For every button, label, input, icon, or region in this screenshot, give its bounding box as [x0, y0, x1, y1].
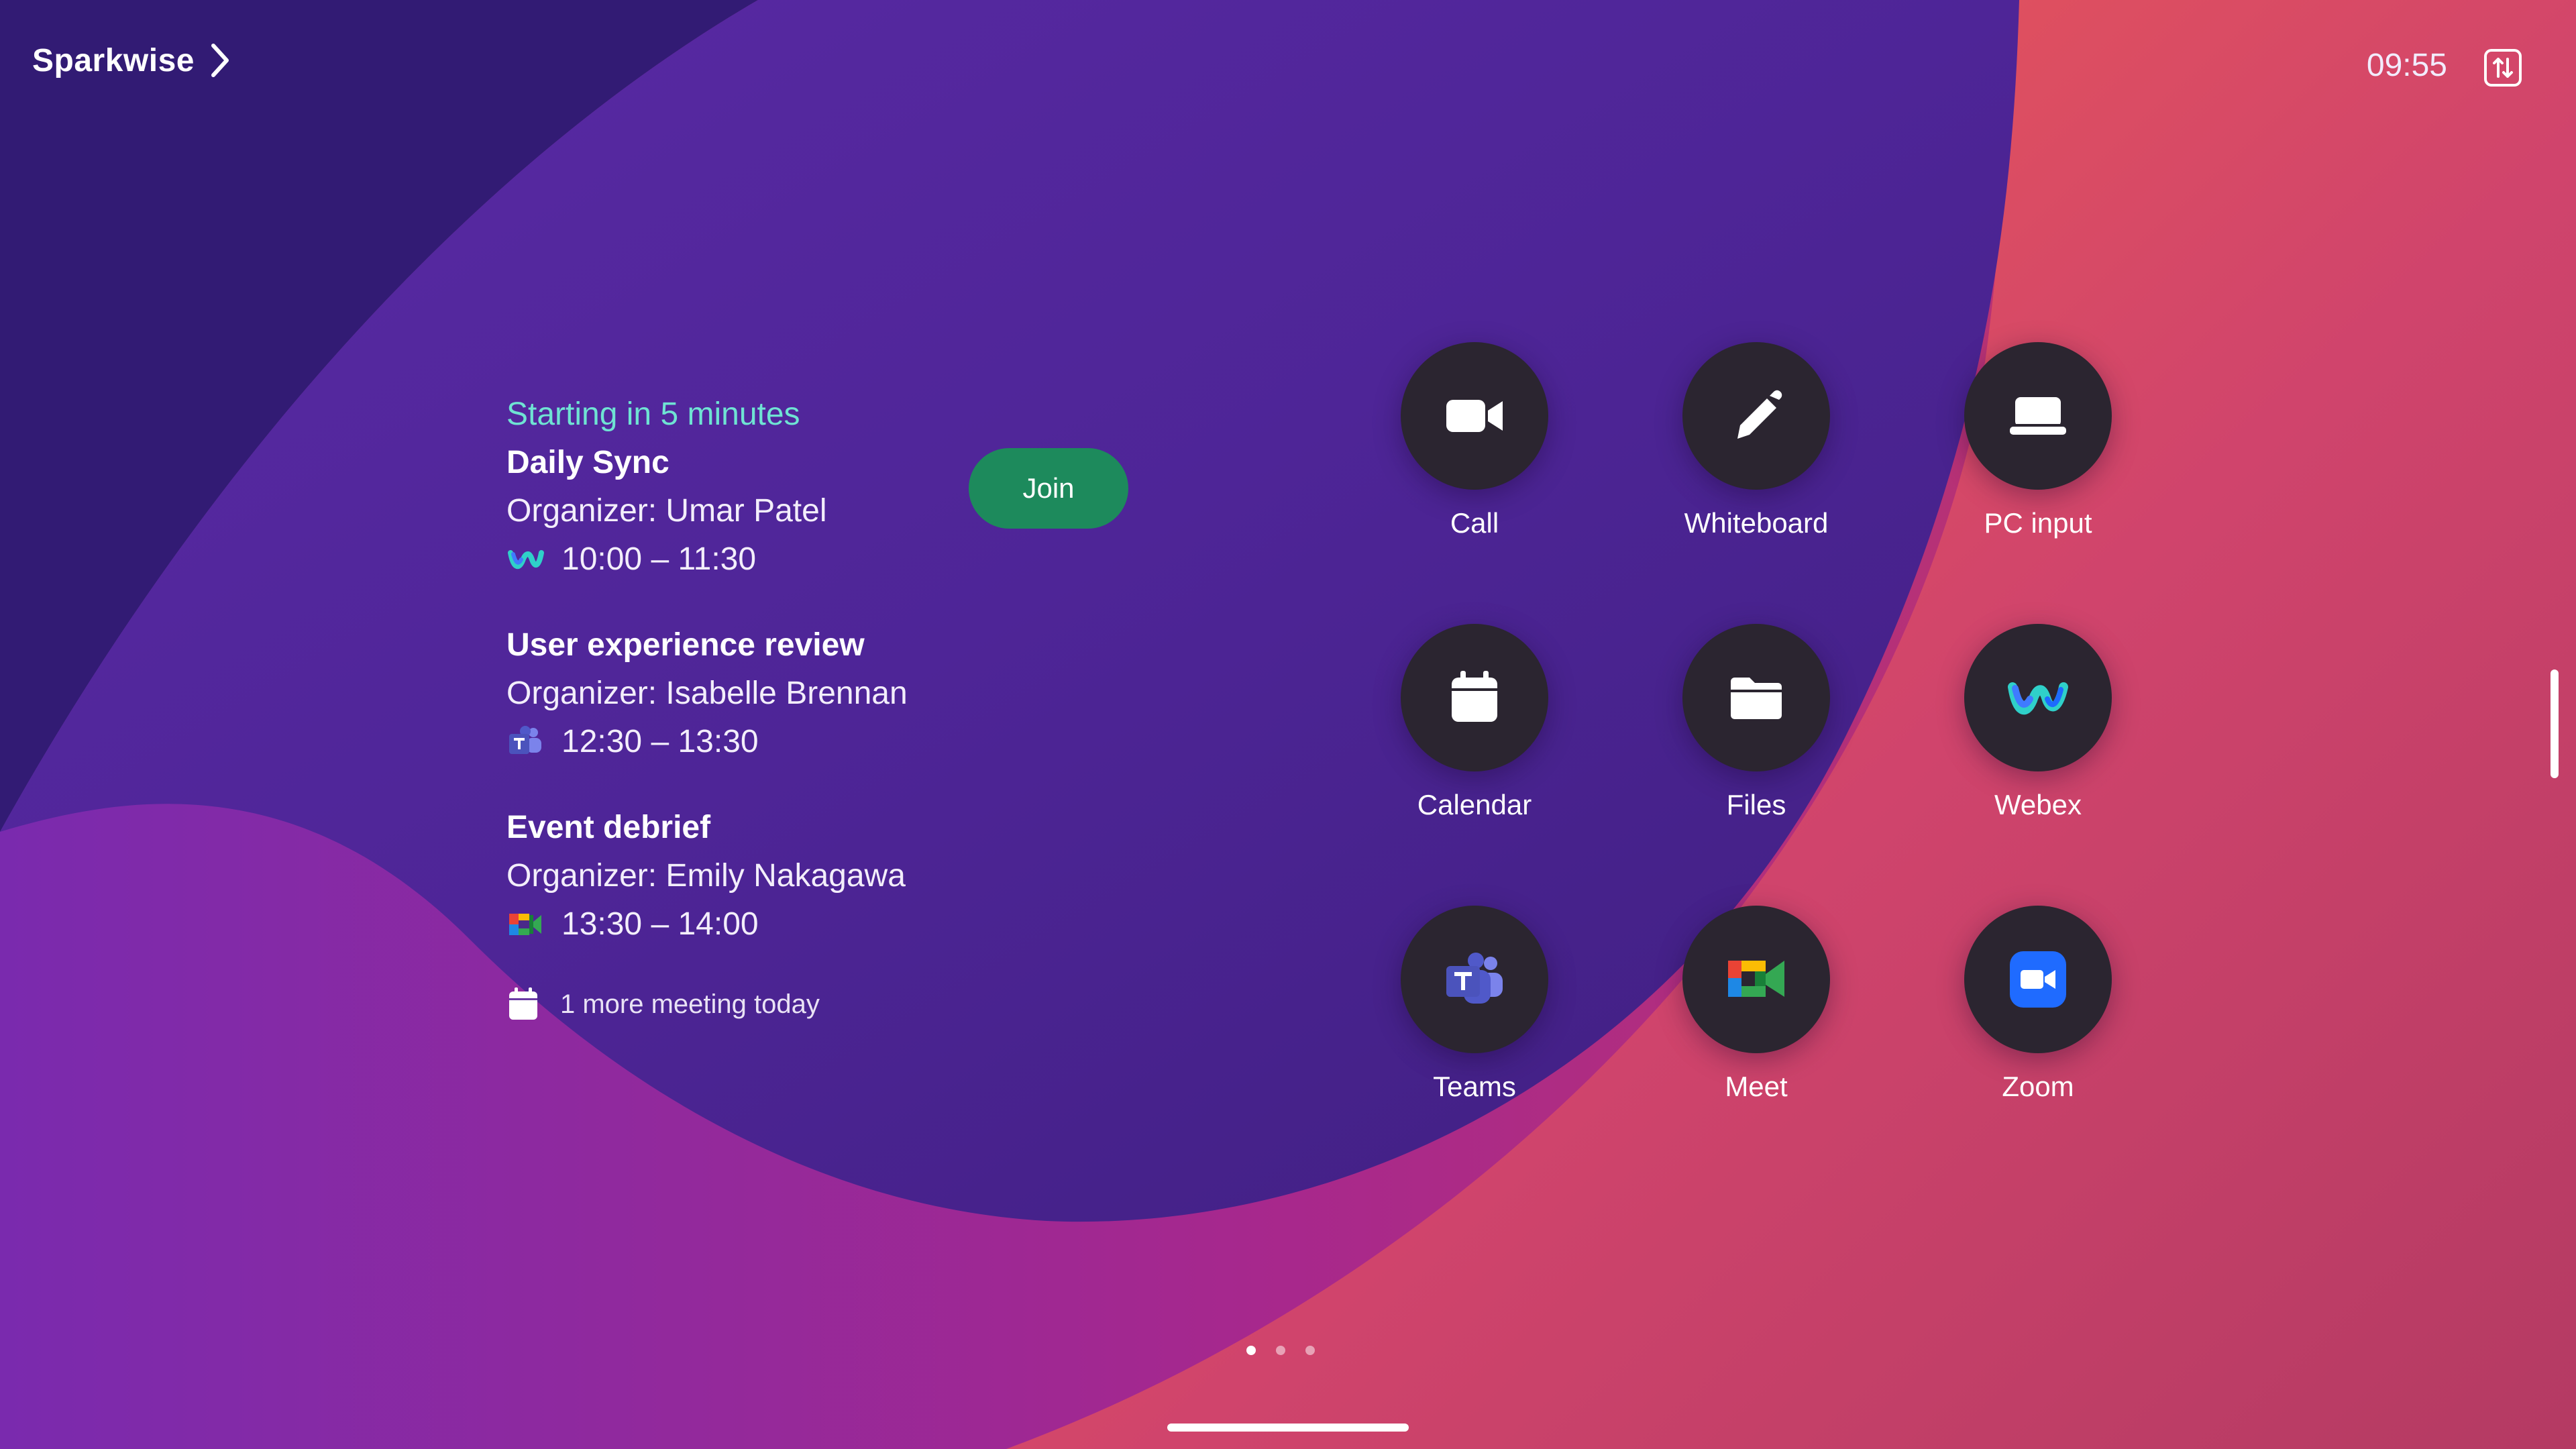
webex-icon	[2004, 664, 2072, 731]
app-tile[interactable]	[1682, 342, 1830, 490]
clock: 09:55	[2367, 47, 2447, 84]
laptop-icon	[2004, 382, 2072, 449]
pencil-icon	[1723, 382, 1790, 449]
more-meetings-link[interactable]: 1 more meeting today	[506, 986, 1177, 1022]
app-tile[interactable]	[1401, 624, 1548, 771]
meeting-time: 10:00 – 11:30	[561, 535, 756, 584]
app-pc-input[interactable]: PC input	[1917, 342, 2159, 539]
app-label: Whiteboard	[1635, 507, 1877, 539]
zoom-icon	[2004, 946, 2072, 1013]
app-label: Call	[1354, 507, 1595, 539]
meeting-item[interactable]: Event debrief Organizer: Emily Nakagawa …	[506, 804, 1177, 949]
app-call[interactable]: Call	[1354, 342, 1595, 539]
meeting-title: Event debrief	[506, 804, 1177, 852]
app-teams[interactable]: Teams	[1354, 906, 1595, 1103]
room-name-button[interactable]: Sparkwise	[32, 42, 233, 79]
app-zoom[interactable]: Zoom	[1917, 906, 2159, 1103]
app-label: Files	[1635, 789, 1877, 821]
meeting-time: 13:30 – 14:00	[561, 900, 759, 949]
room-name-label: Sparkwise	[32, 42, 195, 79]
meeting-time: 12:30 – 13:30	[561, 718, 759, 766]
webex-icon	[506, 541, 544, 578]
starting-soon-label: Starting in 5 minutes	[506, 390, 1177, 439]
page-dot-active[interactable]	[1246, 1346, 1256, 1355]
app-calendar[interactable]: Calendar	[1354, 624, 1595, 821]
app-label: Meet	[1635, 1071, 1877, 1103]
page-dot[interactable]	[1305, 1346, 1315, 1355]
calendar-icon	[506, 986, 540, 1022]
video-camera-icon	[1441, 382, 1508, 449]
app-tile[interactable]	[1401, 342, 1548, 490]
app-label: Teams	[1354, 1071, 1595, 1103]
app-webex[interactable]: Webex	[1917, 624, 2159, 821]
join-button[interactable]: Join	[969, 448, 1128, 529]
meeting-title: User experience review	[506, 621, 1177, 669]
app-tile[interactable]	[1964, 624, 2112, 771]
teams-icon	[506, 723, 544, 761]
teams-icon	[1441, 946, 1508, 1013]
app-tile[interactable]	[1964, 342, 2112, 490]
meeting-organizer: Organizer: Emily Nakagawa	[506, 852, 1177, 900]
app-tile[interactable]	[1682, 624, 1830, 771]
meet-icon	[1723, 946, 1790, 1013]
app-files[interactable]: Files	[1635, 624, 1877, 821]
app-label: PC input	[1917, 507, 2159, 539]
app-label: Webex	[1917, 789, 2159, 821]
app-tile[interactable]	[1401, 906, 1548, 1053]
home-indicator[interactable]	[1167, 1424, 1409, 1432]
app-tile[interactable]	[1964, 906, 2112, 1053]
page-dot[interactable]	[1276, 1346, 1285, 1355]
calendar-icon	[1441, 664, 1508, 731]
app-label: Zoom	[1917, 1071, 2159, 1103]
device-settings-icon[interactable]	[2483, 48, 2522, 87]
app-label: Calendar	[1354, 789, 1595, 821]
page-indicator	[1246, 1346, 1315, 1355]
meeting-item[interactable]: User experience review Organizer: Isabel…	[506, 621, 1177, 766]
more-meetings-label: 1 more meeting today	[560, 989, 820, 1020]
background-wallpaper	[0, 0, 2576, 1449]
scroll-handle[interactable]	[2551, 669, 2559, 778]
meeting-organizer: Organizer: Isabelle Brennan	[506, 669, 1177, 718]
folder-icon	[1723, 664, 1790, 731]
meet-icon	[506, 906, 544, 943]
chevron-right-icon	[207, 42, 233, 79]
app-tile[interactable]	[1682, 906, 1830, 1053]
home-screen: Sparkwise 09:55 Starting in 5 minutes Da…	[0, 0, 2576, 1449]
app-whiteboard[interactable]: Whiteboard	[1635, 342, 1877, 539]
app-meet[interactable]: Meet	[1635, 906, 1877, 1103]
